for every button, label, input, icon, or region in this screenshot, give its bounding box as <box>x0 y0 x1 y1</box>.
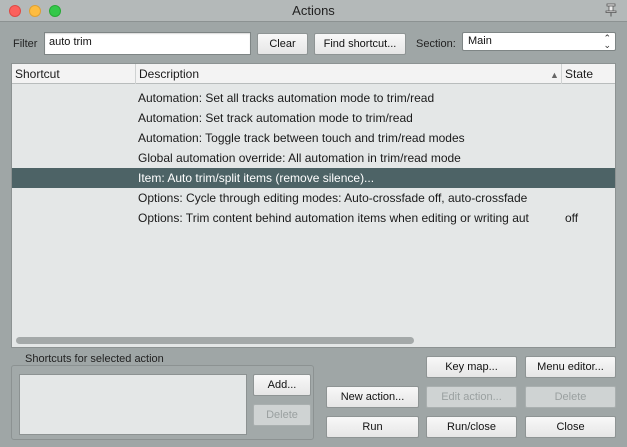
clear-button[interactable]: Clear <box>257 33 308 55</box>
table-row-selected[interactable]: Item: Auto trim/split items (remove sile… <box>12 168 615 188</box>
table-row[interactable]: Automation: Toggle track between touch a… <box>12 128 615 148</box>
run-close-button[interactable]: Run/close <box>426 416 517 438</box>
table-header: Shortcut Description ▲ State <box>12 64 615 84</box>
description-cell: Automation: Toggle track between touch a… <box>138 131 465 145</box>
key-map-button[interactable]: Key map... <box>426 356 517 378</box>
description-cell: Global automation override: All automati… <box>138 151 461 165</box>
delete-action-button[interactable]: Delete <box>525 386 616 408</box>
filter-input[interactable]: auto trim <box>44 32 251 55</box>
section-label: Section: <box>416 38 456 50</box>
chevron-updown-icon: ⌃ ⌄ <box>603 33 611 50</box>
description-cell: Options: Cycle through editing modes: Au… <box>138 191 528 205</box>
title-bar: Actions <box>0 0 627 22</box>
horizontal-scrollbar[interactable] <box>16 337 414 344</box>
description-cell: Automation: Set all tracks automation mo… <box>138 91 435 105</box>
table-row[interactable]: Options: Cycle through editing modes: Au… <box>12 188 615 208</box>
table-row[interactable]: Automation: Set track automation mode to… <box>12 108 615 128</box>
table-row[interactable]: Automation: Set all tracks automation mo… <box>12 88 615 108</box>
section-select-value: Main <box>468 35 492 47</box>
actions-table[interactable]: Shortcut Description ▲ State Automation:… <box>11 63 616 348</box>
sort-ascending-icon: ▲ <box>550 70 559 80</box>
new-action-button[interactable]: New action... <box>326 386 419 408</box>
shortcuts-group-label: Shortcuts for selected action <box>25 353 164 365</box>
description-cell: Options: Trim content behind automation … <box>138 211 529 225</box>
pin-icon[interactable] <box>604 3 618 17</box>
column-header-shortcut[interactable]: Shortcut <box>12 64 136 84</box>
description-cell: Automation: Set track automation mode to… <box>138 111 413 125</box>
filter-label: Filter <box>13 38 38 50</box>
find-shortcut-button[interactable]: Find shortcut... <box>314 33 406 55</box>
run-button[interactable]: Run <box>326 416 419 438</box>
delete-shortcut-button[interactable]: Delete <box>253 404 311 426</box>
table-row[interactable]: Global automation override: All automati… <box>12 148 615 168</box>
shortcut-list[interactable] <box>19 374 247 435</box>
section-select[interactable]: Main ⌃ ⌄ <box>462 32 616 51</box>
column-header-description[interactable]: Description <box>136 64 562 84</box>
window-title: Actions <box>292 3 335 18</box>
state-cell: off <box>565 211 579 225</box>
description-cell: Item: Auto trim/split items (remove sile… <box>138 171 375 185</box>
menu-editor-button[interactable]: Menu editor... <box>525 356 616 378</box>
edit-action-button[interactable]: Edit action... <box>426 386 517 408</box>
close-button[interactable]: Close <box>525 416 616 438</box>
add-shortcut-button[interactable]: Add... <box>253 374 311 396</box>
table-row[interactable]: Options: Trim content behind automation … <box>12 208 615 228</box>
column-header-state[interactable]: State <box>562 64 615 84</box>
